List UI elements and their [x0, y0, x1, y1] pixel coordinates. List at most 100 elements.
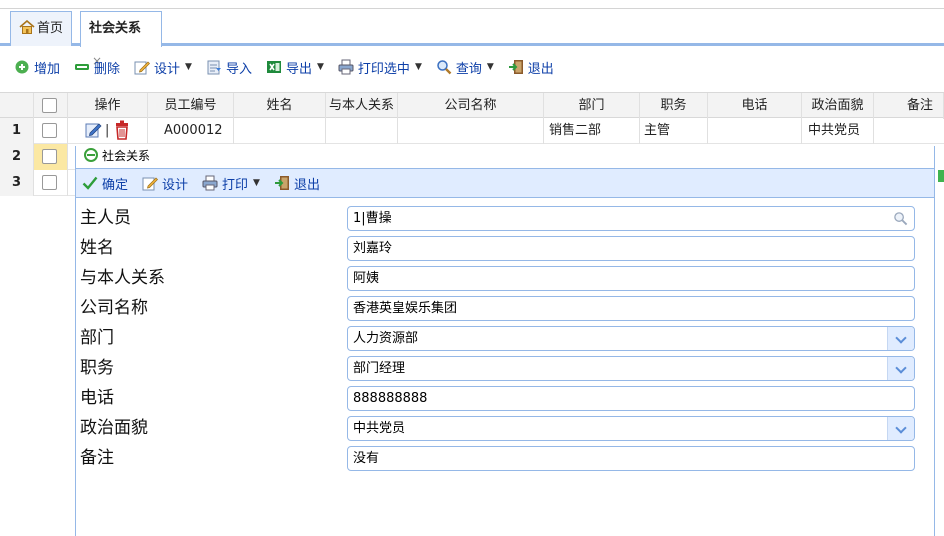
- tab-social-relations[interactable]: 社会关系×: [80, 11, 162, 68]
- export-label: 导出: [285, 61, 312, 77]
- dialog-exit-button[interactable]: 退出: [274, 174, 320, 193]
- tab-home[interactable]: 首页: [10, 11, 72, 46]
- print-selected-button[interactable]: 打印选中 ▼: [338, 58, 422, 77]
- add-icon: [15, 60, 29, 74]
- add-label: 增加: [34, 61, 61, 77]
- dept-value: 人力资源部: [353, 331, 419, 346]
- column-header[interactable]: 电话: [708, 93, 802, 119]
- column-header[interactable]: 备注: [874, 93, 944, 119]
- row-checkbox[interactable]: [42, 149, 57, 164]
- form-row-political: 政治面貌 中共党员: [76, 414, 926, 442]
- chevron-down-icon[interactable]: [887, 327, 914, 350]
- chevron-down-icon[interactable]: ▼: [487, 62, 494, 72]
- dialog-print-button[interactable]: 打印 ▼: [202, 174, 260, 193]
- row-checkbox[interactable]: [42, 175, 57, 190]
- form-row-position: 职务 部门经理: [76, 354, 926, 382]
- add-button[interactable]: 增加: [14, 58, 60, 77]
- remark-input[interactable]: 没有: [347, 446, 915, 471]
- column-header[interactable]: 政治面貌: [802, 93, 874, 119]
- owner-search-input[interactable]: 1|曹操: [347, 206, 915, 231]
- dialog-toolbar: 确定 设计 打印 ▼ 退出: [76, 168, 944, 198]
- name-input[interactable]: 刘嘉玲: [347, 236, 915, 261]
- position-cell: 主管: [640, 118, 708, 144]
- search-icon[interactable]: [893, 211, 908, 226]
- background-panel-edge: [934, 146, 944, 536]
- exit-door-icon: [274, 176, 289, 190]
- field-label: 备注: [80, 448, 114, 468]
- dept-combo[interactable]: 人力资源部: [347, 326, 915, 351]
- emp-id-cell: A000012: [148, 118, 234, 144]
- export-button[interactable]: 导出 ▼: [266, 58, 324, 77]
- chevron-down-icon[interactable]: ▼: [253, 178, 260, 188]
- column-header[interactable]: 姓名: [234, 93, 326, 119]
- column-header[interactable]: 与本人关系: [326, 93, 398, 119]
- owner-value: 1|曹操: [353, 211, 392, 226]
- main-toolbar: 增加 删除 设计 ▼ 导入 导出 ▼ 打印选中 ▼ 查询 ▼ 退出: [0, 52, 944, 82]
- form-row-owner: 主人员 1|曹操: [76, 204, 926, 232]
- column-header[interactable]: 员工编号: [148, 93, 234, 119]
- name-cell: [234, 118, 326, 144]
- column-header[interactable]: 部门: [544, 93, 640, 119]
- exit-door-icon: [508, 60, 523, 74]
- phone-input[interactable]: 888888888: [347, 386, 915, 411]
- row-number: 1: [0, 118, 34, 144]
- row-number: 3: [0, 170, 34, 196]
- tab-bar: 首页 社会关系×: [0, 0, 944, 68]
- chevron-down-icon[interactable]: ▼: [185, 62, 192, 72]
- column-header[interactable]: 公司名称: [398, 93, 544, 119]
- remark-cell: [874, 118, 944, 144]
- relation-cell: [326, 118, 398, 144]
- checkmark-icon: [82, 176, 98, 190]
- confirm-button[interactable]: 确定: [82, 174, 128, 193]
- import-button[interactable]: 导入: [206, 58, 252, 77]
- row-select-cell: [34, 170, 68, 196]
- chevron-down-icon[interactable]: [887, 417, 914, 440]
- trash-icon[interactable]: [113, 119, 133, 141]
- chevron-down-icon[interactable]: ▼: [317, 62, 324, 72]
- social-relation-dialog: 社会关系 确定 设计 打印 ▼ 退出 主人员 1|曹操 姓名 刘嘉玲 与本人关系 …: [75, 146, 944, 536]
- dialog-design-button[interactable]: 设计: [142, 174, 188, 193]
- row-checkbox[interactable]: [42, 123, 57, 138]
- printer-icon: [338, 59, 354, 75]
- delete-label: 删除: [94, 61, 121, 77]
- field-label: 电话: [80, 388, 114, 408]
- political-value: 中共党员: [353, 421, 406, 436]
- political-cell: 中共党员: [802, 118, 874, 144]
- select-all-checkbox[interactable]: [42, 98, 57, 113]
- form-row-company: 公司名称 香港英皇娱乐集团: [76, 294, 926, 322]
- dialog-exit-label: 退出: [293, 177, 320, 193]
- design-label: 设计: [154, 61, 181, 77]
- field-label: 公司名称: [80, 298, 148, 318]
- form-row-relation: 与本人关系 阿姨: [76, 264, 926, 292]
- design-button[interactable]: 设计 ▼: [134, 58, 192, 77]
- separator: |: [105, 123, 110, 138]
- phone-cell: [708, 118, 802, 144]
- ie-icon: [84, 148, 98, 162]
- dialog-title-bar: 社会关系: [76, 146, 944, 168]
- edit-icon[interactable]: [85, 121, 103, 139]
- political-combo[interactable]: 中共党员: [347, 416, 915, 441]
- relation-input[interactable]: 阿姨: [347, 266, 915, 291]
- import-icon: [207, 60, 221, 75]
- form-row-remark: 备注 没有: [76, 444, 926, 472]
- delete-button[interactable]: 删除: [74, 58, 120, 77]
- field-label: 主人员: [80, 208, 131, 228]
- field-label: 部门: [80, 328, 114, 348]
- query-button[interactable]: 查询 ▼: [436, 58, 494, 77]
- excel-icon: [266, 61, 281, 73]
- chevron-down-icon[interactable]: [887, 357, 914, 380]
- dialog-design-label: 设计: [162, 177, 189, 193]
- company-input[interactable]: 香港英皇娱乐集团: [347, 296, 915, 321]
- form-row-phone: 电话 888888888: [76, 384, 926, 412]
- exit-button[interactable]: 退出: [508, 58, 554, 77]
- chevron-down-icon[interactable]: ▼: [415, 62, 422, 72]
- exit-label: 退出: [527, 61, 554, 77]
- position-combo[interactable]: 部门经理: [347, 356, 915, 381]
- field-label: 职务: [80, 358, 114, 378]
- column-header[interactable]: 操作: [68, 93, 148, 119]
- table-row[interactable]: 1 | A000012 销售二部 主管 中共党员: [0, 118, 944, 144]
- column-header[interactable]: 职务: [640, 93, 708, 119]
- query-label: 查询: [455, 61, 482, 77]
- field-label: 政治面貌: [80, 418, 148, 438]
- select-all-cell: [34, 93, 68, 119]
